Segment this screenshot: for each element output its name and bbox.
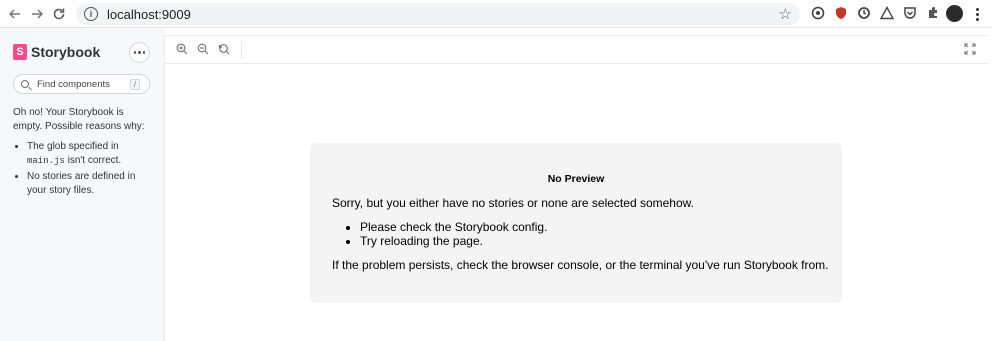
preview-description: Sorry, but you either have no stories or… (332, 196, 694, 210)
extension-icon[interactable] (810, 5, 826, 21)
more-menu-button[interactable] (129, 42, 150, 63)
suggestion-item: Please check the Storybook config. (360, 220, 547, 234)
zoom-reset-button[interactable] (217, 42, 231, 56)
url-text: localhost:9009 (107, 6, 191, 22)
brand[interactable]: S Storybook (13, 44, 100, 60)
no-preview-card: No Preview Sorry, but you either have no… (310, 143, 842, 303)
info-icon[interactable]: i (84, 7, 98, 21)
browser-toolbar: i localhost:9009 ☆ (0, 0, 992, 28)
back-button[interactable] (4, 3, 26, 25)
sidebar: S Storybook Find components / Oh no! You… (0, 29, 164, 341)
zoom-out-button[interactable] (196, 42, 210, 56)
toolbar-divider (241, 41, 242, 58)
zoom-in-icon (176, 43, 188, 55)
profile-avatar[interactable] (946, 5, 963, 22)
reason-item: No stories are defined in your story fil… (27, 170, 151, 198)
arrow-left-icon (8, 8, 20, 19)
preview-suggestions: Please check the Storybook config. Try r… (360, 220, 547, 248)
browser-menu-icon[interactable] (972, 4, 982, 24)
preview-toolbar (165, 36, 989, 64)
suggestion-item: Try reloading the page. (360, 234, 547, 248)
zoom-in-button[interactable] (175, 42, 189, 56)
code-snippet: main.js (27, 156, 65, 166)
puzzle-extension-icon[interactable] (925, 5, 941, 21)
forward-button[interactable] (26, 3, 48, 25)
storybook-logo-icon: S (13, 44, 27, 60)
reload-button[interactable] (48, 3, 70, 25)
arrow-right-icon (32, 8, 44, 19)
empty-reasons-list: The glob specified in main.js isn't corr… (27, 140, 151, 200)
address-bar[interactable]: i localhost:9009 ☆ (76, 3, 800, 25)
search-placeholder: Find components (37, 78, 110, 90)
zoom-reset-icon (218, 44, 230, 55)
reload-icon (53, 8, 65, 19)
preview-title: No Preview (547, 173, 605, 185)
warning-extension-icon[interactable] (879, 5, 895, 21)
search-shortcut: / (130, 79, 140, 90)
search-input[interactable]: Find components / (13, 74, 150, 94)
fullscreen-button[interactable] (963, 42, 977, 56)
preview-footer: If the problem persists, check the brows… (332, 258, 829, 272)
fullscreen-icon (964, 43, 976, 55)
search-icon (21, 80, 29, 88)
pocket-extension-icon[interactable] (902, 5, 918, 21)
zoom-out-icon (197, 43, 209, 55)
shield-extension-icon[interactable] (833, 5, 849, 21)
brand-name: Storybook (31, 44, 101, 60)
empty-state-title: Oh no! Your Storybook is empty. Possible… (13, 107, 145, 132)
star-icon[interactable]: ☆ (779, 5, 792, 23)
preview-panel: No Preview Sorry, but you either have no… (164, 35, 989, 341)
reason-item: The glob specified in main.js isn't corr… (27, 140, 151, 168)
sync-extension-icon[interactable] (856, 5, 872, 21)
